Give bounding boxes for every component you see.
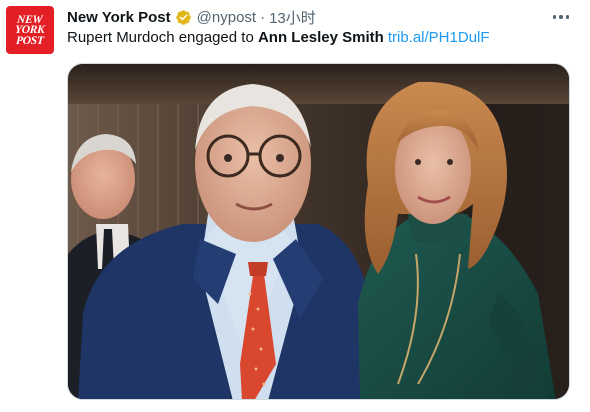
tweet-photo[interactable] bbox=[67, 63, 570, 400]
tweet-link[interactable]: trib.al/PH1DulF bbox=[388, 29, 490, 46]
tweet-card[interactable]: NEW YORK POST New York Post @nypost · 13… bbox=[0, 0, 590, 412]
display-name[interactable]: New York Post bbox=[67, 9, 171, 26]
verified-badge-icon bbox=[175, 9, 191, 25]
timestamp[interactable]: 13小时 bbox=[269, 7, 316, 28]
separator-dot: · bbox=[260, 8, 266, 26]
tweet-text: Rupert Murdoch engaged to Ann Lesley Smi… bbox=[67, 29, 490, 49]
avatar-line-3: POST bbox=[15, 34, 45, 47]
handle[interactable]: @nypost bbox=[197, 9, 256, 26]
more-horizontal-icon[interactable] bbox=[549, 8, 573, 26]
photo-image bbox=[68, 64, 569, 399]
tweet-text-bold: Ann Lesley Smith bbox=[257, 29, 384, 46]
tweet-header: New York Post @nypost · 13小时 bbox=[67, 7, 316, 27]
tweet-text-plain: Rupert Murdoch engaged to bbox=[67, 29, 258, 46]
avatar[interactable]: NEW YORK POST bbox=[6, 6, 54, 54]
